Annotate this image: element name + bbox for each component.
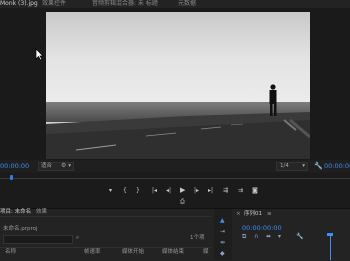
monitor-tab-bar: Monk (3).jpg 效果控件 音频剪辑混合器: 未 标题 元数据 bbox=[0, 0, 350, 8]
tab-audio-mixer[interactable]: 音频剪辑混合器: 未 标题 bbox=[92, 0, 158, 7]
column-name[interactable]: 名称 bbox=[5, 249, 16, 256]
beach-photo bbox=[46, 12, 310, 159]
column-media[interactable]: 媒 bbox=[203, 249, 209, 256]
menu-icon[interactable]: ≡ bbox=[267, 211, 272, 218]
linked-selection-icon[interactable]: ⬌ bbox=[266, 233, 271, 240]
quality-label: 1/4 bbox=[280, 163, 289, 169]
selection-tool-icon[interactable]: ▲ bbox=[220, 217, 225, 224]
play-icon[interactable]: ▶ bbox=[180, 187, 185, 194]
export-frame-icon[interactable]: ◙ bbox=[252, 187, 258, 194]
item-count: 1个项 bbox=[190, 235, 205, 241]
fit-dropdown[interactable]: 适合 ▾ bbox=[38, 162, 74, 171]
video-preview[interactable] bbox=[46, 12, 310, 159]
project-filename: 未命名.prproj bbox=[3, 226, 38, 232]
track-select-icon[interactable]: ⇥ bbox=[220, 228, 225, 235]
snap-icon[interactable]: ∩ bbox=[254, 233, 258, 240]
search-input[interactable] bbox=[3, 235, 73, 244]
quality-dropdown[interactable]: 1/4 ▾ bbox=[276, 162, 308, 171]
chevron-down-icon: ▾ bbox=[68, 163, 71, 169]
column-header-row: 名称 帧速率 媒体开始 媒体结束 媒 bbox=[0, 247, 212, 256]
timeline-panel: × 序列01 ≡ 00:00:00:00 ⧉ ∩ ⬌ ▾ 🔧 bbox=[234, 209, 350, 260]
project-panel: 项目: 未命名 效果 未命名.prproj ⌕ 1个项 名称 帧速率 媒体开始 … bbox=[0, 209, 212, 260]
duration-timecode: 00:00:00 bbox=[324, 162, 350, 170]
close-icon[interactable]: × bbox=[236, 211, 241, 218]
column-media-end[interactable]: 媒体结束 bbox=[162, 249, 184, 256]
nest-icon[interactable]: ⧉ bbox=[242, 233, 246, 240]
sequence-tab[interactable]: 序列01 bbox=[244, 211, 262, 218]
timeline-timecode[interactable]: 00:00:00:00 bbox=[242, 224, 282, 232]
column-media-start[interactable]: 媒体开始 bbox=[122, 249, 144, 256]
marker-icon[interactable]: ▾ bbox=[109, 187, 112, 194]
project-tab[interactable]: 项目: 未命名 bbox=[0, 209, 31, 216]
effects-tab[interactable]: 效果 bbox=[36, 209, 47, 216]
tab-source-clip[interactable]: Monk (3).jpg bbox=[0, 0, 38, 7]
settings-gear-icon[interactable]: ⚙ bbox=[61, 162, 66, 169]
mark-in-icon[interactable]: { bbox=[123, 187, 127, 194]
wrench-icon[interactable]: 🔧 bbox=[314, 162, 323, 170]
transport-controls bbox=[0, 183, 350, 208]
chevron-down-icon: ▾ bbox=[302, 163, 305, 169]
playhead-handle[interactable] bbox=[10, 175, 13, 180]
insert-icon[interactable]: ⇶ bbox=[223, 187, 228, 194]
playhead-timecode[interactable]: 00:00:00 bbox=[0, 162, 29, 170]
fit-label: 适合 bbox=[41, 163, 53, 169]
tab-effect-controls[interactable]: 效果控件 bbox=[42, 0, 66, 7]
razor-tool-icon[interactable]: ◆ bbox=[220, 250, 225, 257]
playhead-cap[interactable] bbox=[327, 233, 333, 236]
step-back-icon[interactable]: ◂| bbox=[166, 187, 171, 194]
mouse-cursor-icon bbox=[35, 48, 44, 61]
add-marker-icon[interactable]: ▾ bbox=[278, 233, 281, 240]
step-forward-icon[interactable]: |▸ bbox=[194, 187, 199, 194]
wrench-icon[interactable]: 🔧 bbox=[296, 233, 303, 240]
ripple-edit-icon[interactable]: ⇹ bbox=[220, 239, 225, 246]
go-to-in-icon[interactable]: |◂ bbox=[152, 187, 157, 194]
settings-icon[interactable]: ⎙ bbox=[180, 198, 185, 205]
mark-out-icon[interactable]: } bbox=[136, 187, 140, 194]
overwrite-icon[interactable]: ⇉ bbox=[238, 187, 243, 194]
column-framerate[interactable]: 帧速率 bbox=[84, 249, 101, 256]
search-icon[interactable]: ⌕ bbox=[76, 235, 79, 242]
tools-panel: ▲ ⇥ ⇹ ◆ bbox=[214, 209, 232, 260]
timeline-playhead[interactable] bbox=[330, 233, 350, 260]
scrub-bar[interactable] bbox=[0, 173, 350, 183]
tab-metadata[interactable]: 元数据 bbox=[178, 0, 196, 7]
go-to-out-icon[interactable]: ▸| bbox=[208, 187, 213, 194]
